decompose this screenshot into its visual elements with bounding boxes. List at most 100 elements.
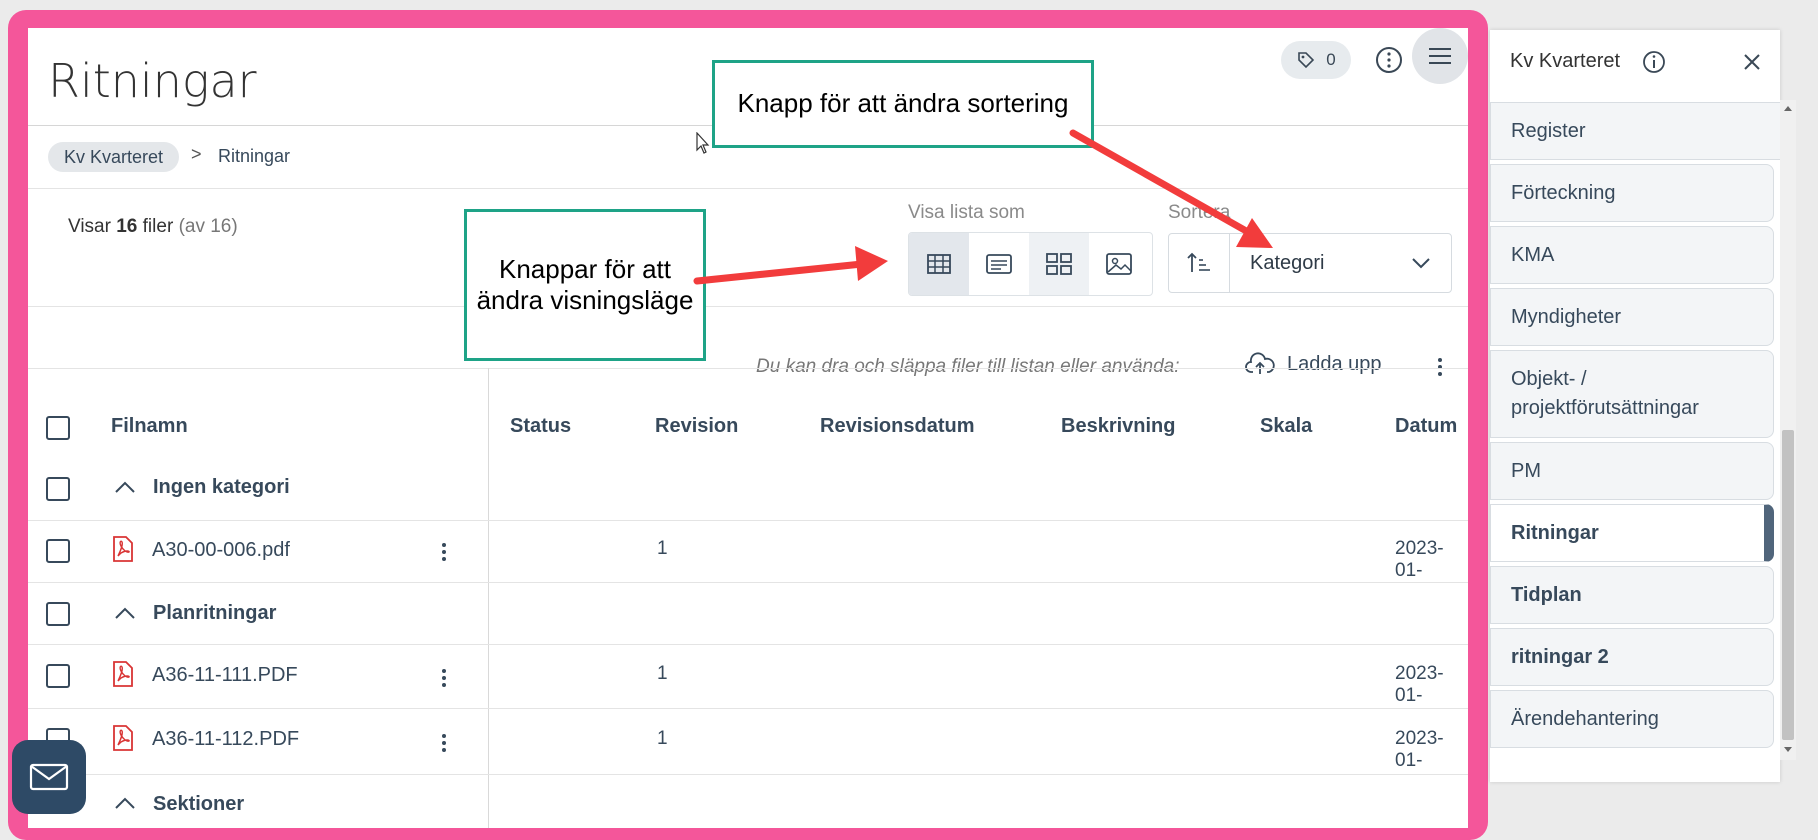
scroll-down-icon[interactable]	[1783, 746, 1793, 754]
sidebar-item-objekt-forutsattningar[interactable]: Objekt- / projektförutsättningar	[1490, 350, 1774, 438]
divider	[28, 188, 1468, 189]
column-header-scale[interactable]: Skala	[1260, 415, 1312, 438]
callout-sorting: Knapp för att ändra sortering	[712, 60, 1094, 148]
list-icon	[986, 254, 1012, 274]
pdf-icon	[113, 725, 133, 751]
chevron-down-icon	[1412, 258, 1430, 269]
column-header-revision[interactable]: Revision	[655, 415, 738, 438]
row-checkbox[interactable]	[46, 664, 70, 688]
column-header-filename[interactable]: Filnamn	[111, 415, 188, 438]
file-name[interactable]: A36-11-111.PDF	[152, 664, 298, 687]
date-cell: 2023-01-	[1395, 663, 1444, 706]
column-header-description[interactable]: Beskrivning	[1061, 415, 1175, 438]
row-divider	[28, 708, 1468, 709]
info-icon[interactable]	[1642, 50, 1666, 74]
sidebar-item-register[interactable]: Register	[1490, 102, 1780, 160]
group-checkbox[interactable]	[46, 477, 70, 501]
breadcrumb-current: Ritningar	[218, 146, 291, 166]
sort-select[interactable]: Kategori	[1230, 234, 1451, 292]
cloud-upload-icon	[1245, 352, 1275, 374]
revision-cell: 1	[657, 663, 668, 684]
sidebar-item-ritningar-2[interactable]: ritningar 2	[1490, 628, 1774, 686]
view-image-button[interactable]	[1089, 233, 1149, 295]
row-divider	[28, 774, 1468, 775]
main-panel: Ritningar 0 Kv Kvarteret > Ritningar Vis…	[28, 28, 1468, 828]
file-name[interactable]: A36-11-112.PDF	[152, 728, 299, 751]
close-icon[interactable]	[1742, 52, 1762, 72]
divider	[28, 368, 1468, 369]
sidebar-item-arendehantering[interactable]: Ärendehantering	[1490, 690, 1774, 748]
sort-value: Kategori	[1250, 251, 1325, 274]
row-menu-icon[interactable]	[442, 543, 446, 561]
breadcrumb-separator: >	[191, 144, 202, 164]
scroll-up-icon[interactable]	[1783, 104, 1793, 112]
chevron-up-icon[interactable]	[114, 480, 136, 494]
chevron-up-icon[interactable]	[114, 796, 136, 810]
sidebar-item-forteckning[interactable]: Förteckning	[1490, 164, 1774, 222]
upload-label: Ladda upp	[1287, 352, 1382, 375]
column-divider	[488, 368, 489, 828]
sort-direction-button[interactable]	[1169, 234, 1230, 292]
table-icon	[927, 254, 951, 274]
page-title: Ritningar	[48, 54, 257, 108]
file-count-number: 16	[116, 216, 138, 237]
group-checkbox[interactable]	[46, 602, 70, 626]
select-all-checkbox[interactable]	[46, 416, 70, 440]
contact-button[interactable]	[12, 740, 86, 814]
sort-ascending-icon	[1187, 252, 1210, 272]
file-name[interactable]: A30-00-006.pdf	[152, 539, 290, 562]
sidebar-item-myndigheter[interactable]: Myndigheter	[1490, 288, 1774, 346]
row-divider	[28, 582, 1468, 583]
more-options-icon[interactable]	[1438, 358, 1442, 376]
grid-icon	[1046, 253, 1072, 275]
date-cell: 2023-01-	[1395, 538, 1444, 581]
divider	[28, 306, 1468, 307]
menu-button[interactable]	[1412, 28, 1468, 84]
group-header: Planritningar	[153, 602, 277, 624]
file-count-prefix: Visar	[68, 216, 111, 237]
tag-count: 0	[1326, 50, 1336, 69]
sidebar-title: Kv Kvarteret	[1510, 50, 1621, 72]
sidebar-scrollbar-thumb[interactable]	[1782, 430, 1794, 740]
pdf-icon	[113, 661, 133, 687]
view-list-button[interactable]	[969, 233, 1029, 295]
row-divider	[28, 520, 1468, 521]
hamburger-icon	[1429, 48, 1451, 64]
row-divider	[28, 644, 1468, 645]
view-table-button[interactable]	[909, 233, 969, 295]
chevron-up-icon[interactable]	[114, 606, 136, 620]
sort-label: Sortera	[1168, 202, 1231, 223]
revision-cell: 1	[657, 538, 668, 559]
sidebar-item-kma[interactable]: KMA	[1490, 226, 1774, 284]
column-header-date[interactable]: Datum	[1395, 415, 1457, 438]
sidebar-item-pm[interactable]: PM	[1490, 442, 1774, 500]
mouse-cursor-icon	[696, 132, 710, 154]
group-header: Ingen kategori	[153, 476, 290, 498]
column-header-revision-date[interactable]: Revisionsdatum	[820, 415, 974, 438]
tag-icon	[1298, 52, 1315, 69]
image-icon	[1106, 253, 1132, 275]
file-count: Visar 16 filer (av 16)	[68, 216, 238, 238]
file-count-total: (av 16)	[178, 216, 238, 237]
callout-view-modes: Knappar för att ändra visningsläge	[464, 209, 706, 361]
row-menu-icon[interactable]	[442, 669, 446, 687]
row-menu-icon[interactable]	[442, 734, 446, 752]
file-count-unit: filer	[142, 216, 174, 237]
pdf-icon	[113, 536, 133, 562]
mail-icon	[29, 763, 69, 791]
sort-control: Kategori	[1168, 233, 1452, 293]
breadcrumb-root[interactable]: Kv Kvarteret	[48, 142, 180, 172]
sidebar-panel: Kv Kvarteret Register Förteckning KMA My…	[1490, 30, 1780, 782]
revision-cell: 1	[657, 728, 668, 749]
view-grid-button[interactable]	[1029, 233, 1089, 295]
drop-hint: Du kan dra och släppa filer till listan …	[756, 356, 1180, 377]
info-button[interactable]	[1371, 42, 1407, 78]
sidebar-item-tidplan[interactable]: Tidplan	[1490, 566, 1774, 624]
sidebar-item-ritningar[interactable]: Ritningar	[1490, 504, 1774, 562]
view-mode-label: Visa lista som	[908, 202, 1025, 223]
column-header-status[interactable]: Status	[510, 415, 571, 438]
upload-button[interactable]: Ladda upp	[1245, 352, 1382, 376]
row-checkbox[interactable]	[46, 539, 70, 563]
group-header: Sektioner	[153, 793, 245, 815]
tag-button[interactable]: 0	[1281, 41, 1351, 79]
